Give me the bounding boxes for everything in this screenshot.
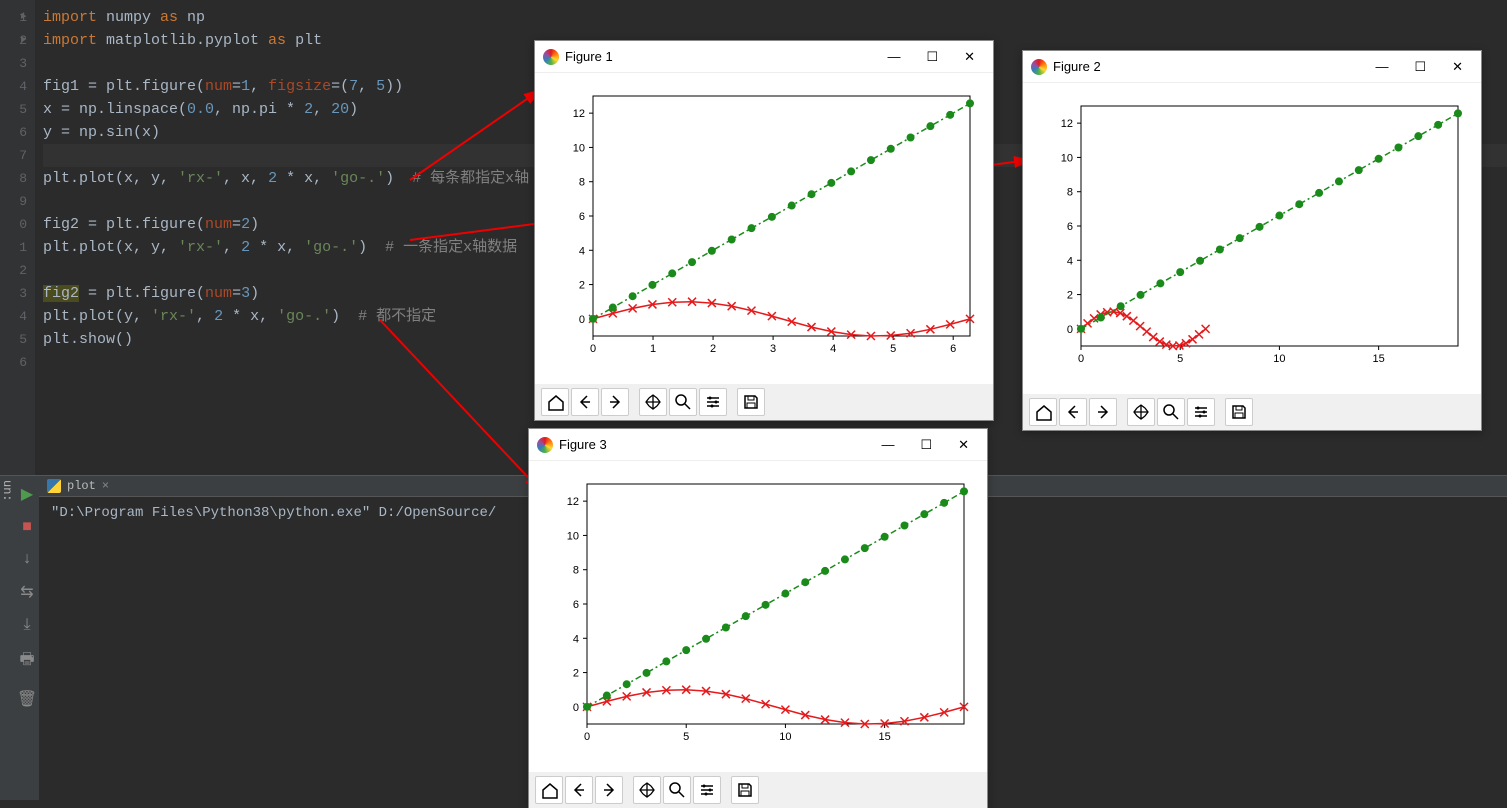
figure-window-3[interactable]: Figure 3 — ☐ ✕ 0 5 10 15 0 2 4 6 8 10 12 [528,428,988,808]
save-button[interactable] [1225,398,1253,426]
pan-button[interactable] [639,388,667,416]
back-button[interactable] [1059,398,1087,426]
svg-text:10: 10 [573,142,585,154]
svg-text:2: 2 [1067,290,1073,302]
svg-text:2: 2 [573,668,579,680]
matplotlib-toolbar [529,772,987,808]
chart-canvas[interactable]: 0 5 10 15 0 2 4 6 8 10 12 [529,461,987,772]
svg-text:8: 8 [1067,187,1073,199]
svg-text:4: 4 [1067,255,1073,267]
svg-text:0: 0 [579,314,585,326]
stop-icon[interactable]: ■ [22,518,32,536]
svg-text:8: 8 [579,177,585,189]
print-icon[interactable]: 🖶 [19,648,34,675]
matplotlib-toolbar [535,384,993,420]
window-titlebar[interactable]: Figure 1 — ☐ ✕ [535,41,993,73]
svg-text:0: 0 [1067,324,1073,336]
maximize-button[interactable]: ☐ [1404,59,1436,75]
run-tab-label: plot [67,479,96,493]
wrap-icon[interactable]: ⇆ [20,582,33,602]
zoom-button[interactable] [669,388,697,416]
figure-window-2[interactable]: Figure 2 — ☐ ✕ 0 5 10 15 0 2 4 6 8 10 12 [1022,50,1482,431]
scroll-icon[interactable]: ⤓ [23,616,30,634]
svg-text:6: 6 [1067,221,1073,233]
svg-text:5: 5 [683,731,689,743]
svg-text:2: 2 [579,280,585,292]
close-button[interactable]: ✕ [1442,59,1473,75]
close-button[interactable]: ✕ [954,49,985,65]
svg-text:0: 0 [584,731,590,743]
svg-text:0: 0 [590,343,596,355]
svg-text:5: 5 [1177,353,1183,365]
svg-text:10: 10 [567,530,579,542]
pan-button[interactable] [1127,398,1155,426]
zoom-button[interactable] [1157,398,1185,426]
python-icon [47,479,61,493]
home-button[interactable] [1029,398,1057,426]
run-toolbar: ▶ ■ ↓ ⇆ ⤓ 🖶 🗑 [15,476,39,800]
svg-text:4: 4 [573,633,579,645]
svg-text:3: 3 [770,343,776,355]
svg-text:2: 2 [710,343,716,355]
chart-canvas[interactable]: 0 5 10 15 0 2 4 6 8 10 12 [1023,83,1481,394]
svg-text:0: 0 [1078,353,1084,365]
svg-text:10: 10 [1273,353,1285,365]
svg-text:15: 15 [879,731,891,743]
svg-text:6: 6 [579,211,585,223]
maximize-button[interactable]: ☐ [916,49,948,65]
matplotlib-icon [1031,59,1047,75]
window-title: Figure 1 [565,49,871,64]
forward-button[interactable] [601,388,629,416]
svg-text:15: 15 [1373,353,1385,365]
run-label: un: [0,476,15,800]
svg-text:10: 10 [1061,152,1073,164]
svg-text:12: 12 [573,108,585,120]
forward-button[interactable] [1089,398,1117,426]
close-tab-icon[interactable]: × [102,479,109,493]
line-number-gutter: 1234567890123456 [0,0,35,475]
save-button[interactable] [737,388,765,416]
svg-text:4: 4 [830,343,836,355]
matplotlib-icon [537,437,553,453]
configure-button[interactable] [1187,398,1215,426]
close-button[interactable]: ✕ [948,437,979,453]
chart-canvas[interactable]: 0123456024681012 [535,73,993,384]
svg-text:0: 0 [573,702,579,714]
svg-text:4: 4 [579,245,585,257]
matplotlib-icon [543,49,559,65]
matplotlib-toolbar [1023,394,1481,430]
window-title: Figure 2 [1053,59,1359,74]
maximize-button[interactable]: ☐ [910,437,942,453]
window-titlebar[interactable]: Figure 2 — ☐ ✕ [1023,51,1481,83]
trash-icon[interactable]: 🗑 [17,689,37,709]
down-icon[interactable]: ↓ [22,550,32,568]
svg-text:12: 12 [567,496,579,508]
svg-text:5: 5 [890,343,896,355]
home-button[interactable] [541,388,569,416]
configure-button[interactable] [699,388,727,416]
svg-text:6: 6 [573,599,579,611]
minimize-button[interactable]: — [877,49,910,64]
rerun-icon[interactable]: ▶ [21,484,33,504]
figure-window-1[interactable]: Figure 1 — ☐ ✕ 0123456024681012 [534,40,994,421]
svg-text:12: 12 [1061,118,1073,130]
minimize-button[interactable]: — [1365,59,1398,74]
window-titlebar[interactable]: Figure 3 — ☐ ✕ [529,429,987,461]
svg-text:6: 6 [950,343,956,355]
svg-text:8: 8 [573,565,579,577]
back-button[interactable] [571,388,599,416]
svg-text:1: 1 [650,343,656,355]
minimize-button[interactable]: — [871,437,904,452]
svg-text:10: 10 [779,731,791,743]
window-title: Figure 3 [559,437,865,452]
